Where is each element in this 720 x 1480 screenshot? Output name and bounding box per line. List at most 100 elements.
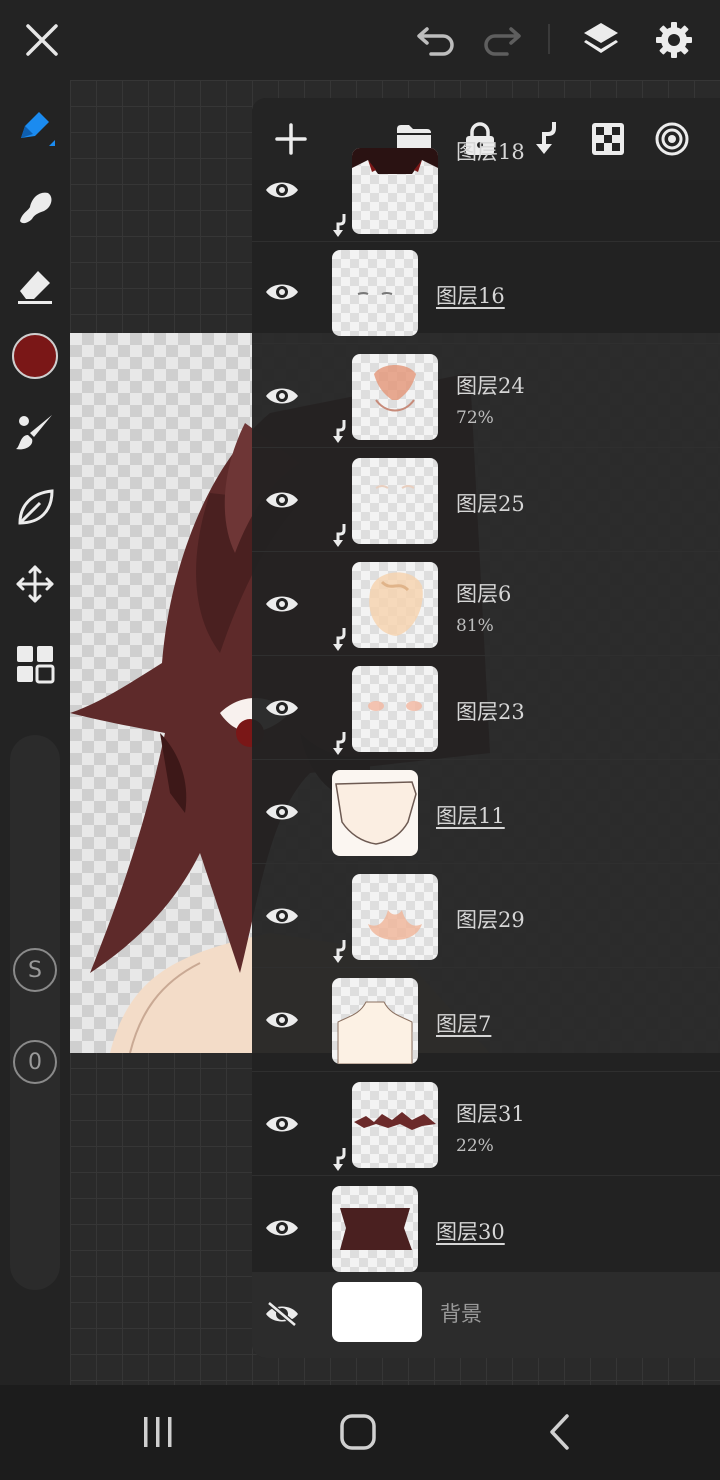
brush-tool-button[interactable] <box>7 404 63 460</box>
pen-icon <box>21 112 55 146</box>
redo-icon <box>484 27 521 56</box>
visibility-toggle[interactable] <box>260 276 304 308</box>
visibility-toggle[interactable] <box>260 484 304 516</box>
eye-icon <box>266 908 298 924</box>
size-badge[interactable]: S <box>13 948 57 992</box>
visibility-toggle[interactable] <box>260 380 304 412</box>
eye-icon <box>266 700 298 716</box>
undo-icon <box>417 27 454 56</box>
redo-button[interactable] <box>476 14 528 66</box>
layer-name: 图层7 <box>436 1012 492 1036</box>
layer-row[interactable]: 图层23 <box>252 656 720 760</box>
layer-thumbnail <box>332 1186 418 1272</box>
eye-icon <box>266 804 298 820</box>
layers-button[interactable] <box>575 14 627 66</box>
layer-name: 图层11 <box>436 804 505 828</box>
clip-arrow-icon <box>333 420 346 443</box>
clip-arrow-icon <box>333 628 346 651</box>
visibility-toggle[interactable] <box>260 1212 304 1244</box>
gallery-tool-button[interactable] <box>7 636 63 692</box>
brush-icon <box>16 415 52 450</box>
visibility-toggle[interactable] <box>260 796 304 828</box>
back-button[interactable] <box>530 1407 590 1457</box>
eye-icon <box>266 284 298 300</box>
layer-row[interactable]: 图层31 22% <box>252 1072 720 1176</box>
layer-name: 图层30 <box>436 1220 505 1244</box>
visibility-toggle[interactable] <box>260 588 304 620</box>
layer-row[interactable]: 图层7 <box>252 968 720 1072</box>
eye-icon <box>266 492 298 508</box>
undo-button[interactable] <box>410 14 462 66</box>
layer-name: 图层18 <box>456 140 525 164</box>
eye-icon <box>266 1012 298 1028</box>
move-icon <box>16 565 54 603</box>
eraser-tool-button[interactable] <box>7 256 63 312</box>
pen-tool-button[interactable] <box>7 100 63 156</box>
layer-opacity: 72% <box>456 408 494 428</box>
clip-arrow-icon <box>333 940 346 963</box>
opacity-badge[interactable]: 0 <box>13 1040 57 1084</box>
layer-row[interactable]: 图层11 <box>252 760 720 864</box>
layer-name: 图层23 <box>456 700 525 724</box>
eye-icon <box>266 1220 298 1236</box>
settings-button[interactable] <box>648 14 700 66</box>
layer-name: 图层29 <box>456 908 525 932</box>
clip-arrow-icon <box>333 732 346 755</box>
current-color-swatch[interactable] <box>12 333 58 379</box>
layer-opacity: 22% <box>456 1136 494 1156</box>
layer-thumbnail <box>352 458 438 544</box>
layer-thumbnail <box>352 1082 438 1168</box>
layer-thumbnail <box>352 666 438 752</box>
brush-size-slider[interactable] <box>10 735 60 1290</box>
visibility-toggle[interactable] <box>260 1108 304 1140</box>
visibility-toggle[interactable] <box>260 174 304 206</box>
layer-thumbnail <box>352 148 438 234</box>
liquify-tool-button[interactable] <box>7 480 63 536</box>
smudge-tool-button[interactable] <box>7 178 63 234</box>
move-tool-button[interactable] <box>7 556 63 612</box>
back-icon <box>550 1414 569 1450</box>
visibility-toggle[interactable] <box>260 900 304 932</box>
clip-arrow-icon <box>333 524 346 547</box>
eraser-icon <box>18 271 52 304</box>
close-button[interactable] <box>16 14 68 66</box>
layer-row[interactable]: 图层24 72% <box>252 344 720 448</box>
layer-name: 图层16 <box>436 284 505 308</box>
layer-row[interactable]: 图层25 <box>252 448 720 552</box>
eye-hidden-icon <box>266 1301 298 1327</box>
settings-icon <box>656 22 692 58</box>
layer-row[interactable]: 背景 <box>252 1272 720 1358</box>
grid-icon <box>17 646 55 684</box>
smudge-icon <box>20 192 52 224</box>
clip-arrow-icon <box>333 1148 346 1171</box>
visibility-toggle[interactable] <box>260 1004 304 1036</box>
eye-icon <box>266 182 298 198</box>
layer-thumbnail <box>352 874 438 960</box>
eye-icon <box>266 388 298 404</box>
layer-name: 背景 <box>440 1302 482 1326</box>
leaf-icon <box>18 489 54 525</box>
layer-thumbnail <box>352 354 438 440</box>
home-icon <box>340 1414 376 1450</box>
layer-row[interactable]: 图层30 <box>252 1176 720 1280</box>
home-button[interactable] <box>328 1407 388 1457</box>
layer-row[interactable]: 图层18 <box>252 138 720 242</box>
close-icon <box>26 24 58 56</box>
layer-thumbnail <box>332 1282 422 1342</box>
layers-panel: 图层18 图层16 图层24 72% 图层25 图层6 81% 图层23 图层1… <box>252 98 720 1358</box>
layer-thumbnail <box>332 770 418 856</box>
layer-row[interactable]: 图层6 81% <box>252 552 720 656</box>
layers-icon <box>584 23 618 53</box>
layer-name: 图层24 <box>456 374 525 398</box>
layer-name: 图层31 <box>456 1102 525 1126</box>
recent-apps-icon <box>144 1417 172 1447</box>
visibility-toggle[interactable] <box>260 692 304 724</box>
visibility-toggle[interactable] <box>260 1298 304 1330</box>
layer-row[interactable]: 图层29 <box>252 864 720 968</box>
toolbar-divider <box>548 24 550 54</box>
eye-icon <box>266 1116 298 1132</box>
layer-row[interactable]: 图层16 <box>252 240 720 344</box>
layer-thumbnail <box>332 978 418 1064</box>
system-nav-bar <box>0 1385 720 1480</box>
recent-apps-button[interactable] <box>128 1407 188 1457</box>
